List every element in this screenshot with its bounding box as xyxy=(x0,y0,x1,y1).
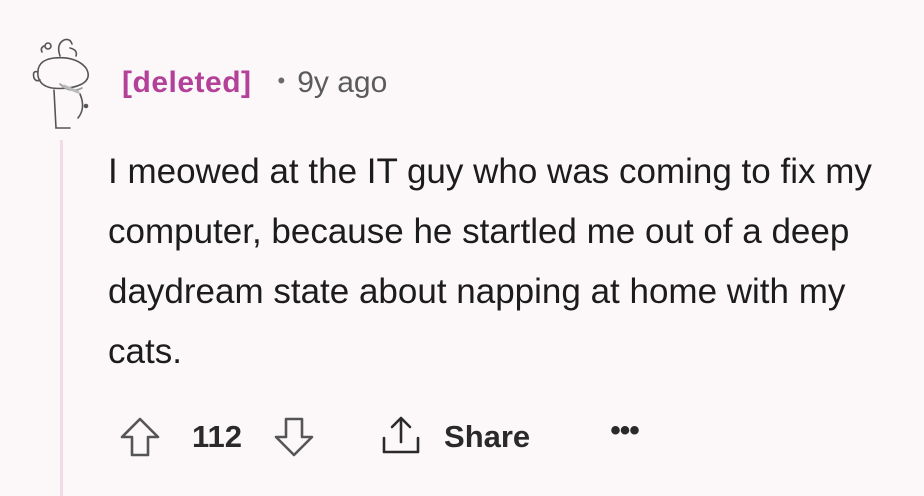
share-button[interactable]: Share xyxy=(378,414,530,460)
timestamp[interactable]: 9y ago xyxy=(297,66,387,100)
thread-line[interactable] xyxy=(60,140,63,496)
comment-header: [deleted] • 9y ago xyxy=(122,58,387,108)
snoo-avatar-icon[interactable] xyxy=(30,34,96,130)
more-options-icon[interactable]: ••• xyxy=(610,414,639,448)
share-icon xyxy=(378,414,424,460)
vote-score: 112 xyxy=(192,419,243,454)
upvote-arrow-icon[interactable] xyxy=(118,415,162,459)
share-label: Share xyxy=(444,419,531,454)
action-bar: 112 Share ••• xyxy=(118,414,640,460)
author-name[interactable]: [deleted] xyxy=(122,66,252,100)
downvote-arrow-icon[interactable] xyxy=(272,415,316,459)
separator-dot: • xyxy=(277,68,286,93)
comment-card: [deleted] • 9y ago I meowed at the IT gu… xyxy=(0,0,924,496)
comment-body: I meowed at the IT guy who was coming to… xyxy=(108,152,872,371)
